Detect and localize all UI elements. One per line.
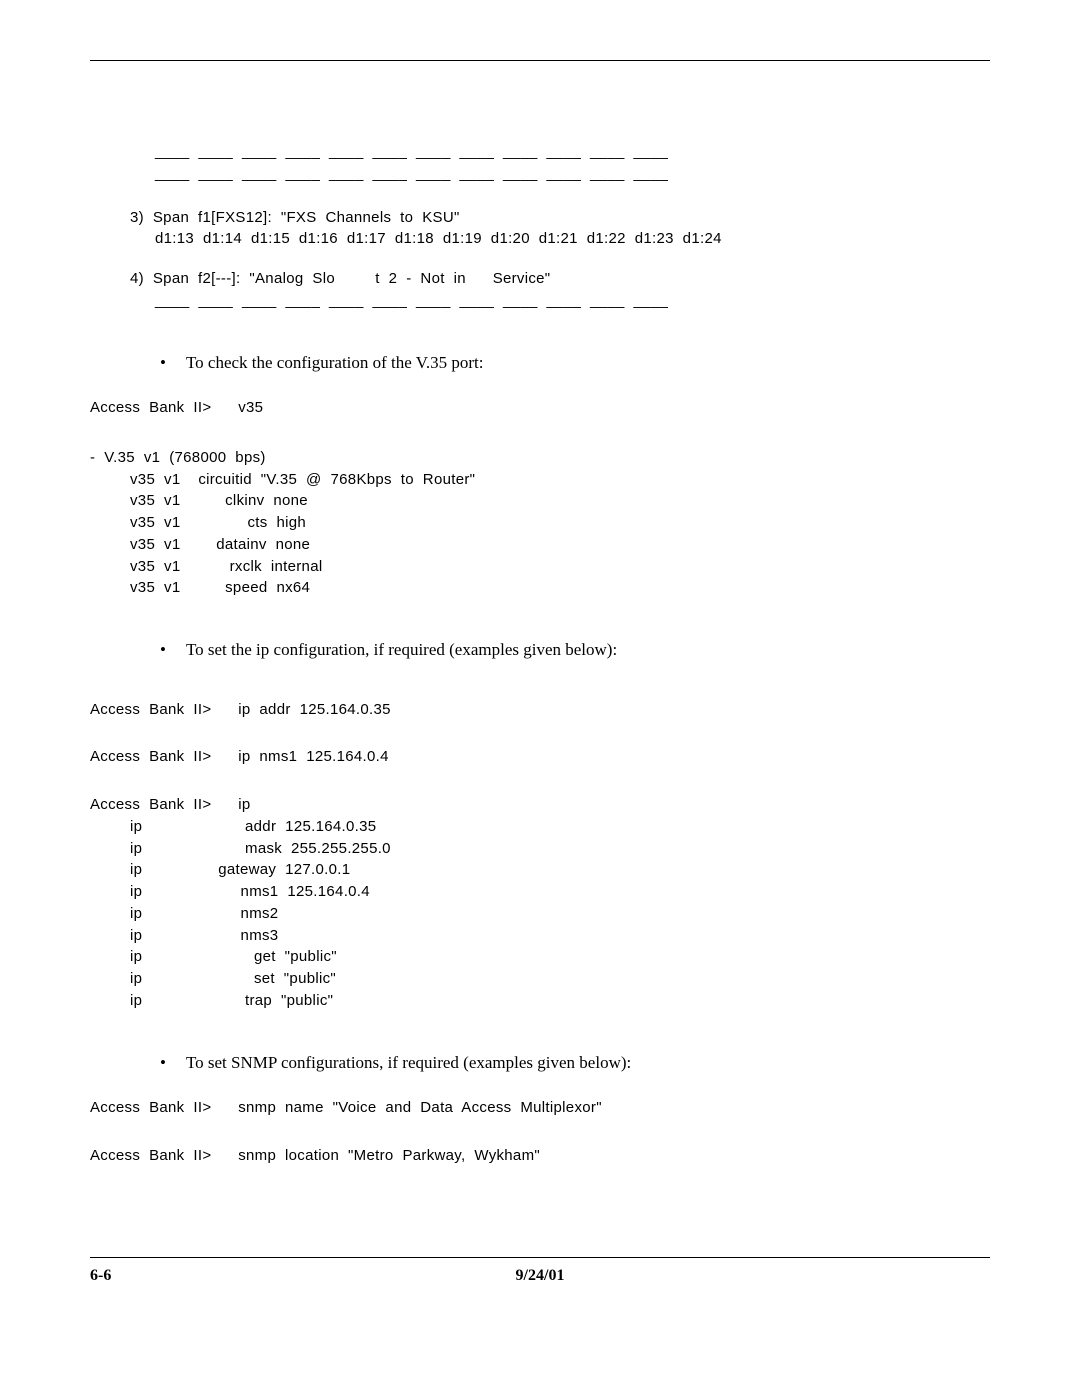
v35-cmd: Access Bank II> v35 <box>90 397 990 419</box>
v35-l3: v35 v1 cts high <box>130 512 990 534</box>
span3-line1: 3) Span f1[FXS12]: "FXS Channels to KSU" <box>130 207 990 229</box>
page-footer: 6-6 9/24/01 <box>90 1257 990 1288</box>
bullet-text: To check the configuration of the V.35 p… <box>186 350 484 376</box>
bullet-text: To set the ip configuration, if required… <box>186 637 617 663</box>
bullet-icon: • <box>160 637 166 663</box>
ip-l8: ip set "public" <box>130 968 990 990</box>
v35-l4: v35 v1 datainv none <box>130 534 990 556</box>
v35-header: - V.35 v1 (768000 bps) <box>90 447 990 469</box>
ip-l9: ip trap "public" <box>130 990 990 1012</box>
ip-l4: ip nms1 125.164.0.4 <box>130 881 990 903</box>
ip-l5: ip nms2 <box>130 903 990 925</box>
bullet-icon: • <box>160 1050 166 1076</box>
ip-cmd2: Access Bank II> ip nms1 125.164.0.4 <box>90 746 990 768</box>
top-rule <box>90 60 990 61</box>
bullet-snmp-config: • To set SNMP configurations, if require… <box>160 1050 990 1076</box>
v35-l6: v35 v1 speed nx64 <box>130 577 990 599</box>
footer-right-spacer <box>690 1264 990 1288</box>
ip-l3: ip gateway 127.0.0.1 <box>130 859 990 881</box>
blank-row-3: ____ ____ ____ ____ ____ ____ ____ ____ … <box>155 290 990 312</box>
ip-cmd1: Access Bank II> ip addr 125.164.0.35 <box>90 699 990 721</box>
bullet-ip-config: • To set the ip configuration, if requir… <box>160 637 990 663</box>
ip-l6: ip nms3 <box>130 925 990 947</box>
blank-row-2: ____ ____ ____ ____ ____ ____ ____ ____ … <box>155 163 990 185</box>
blank-row-1: ____ ____ ____ ____ ____ ____ ____ ____ … <box>155 141 990 163</box>
ip-l2: ip mask 255.255.255.0 <box>130 838 990 860</box>
v35-l2: v35 v1 clkinv none <box>130 490 990 512</box>
ip-l7: ip get "public" <box>130 946 990 968</box>
bullet-text: To set SNMP configurations, if required … <box>186 1050 631 1076</box>
snmp-cmd1: Access Bank II> snmp name "Voice and Dat… <box>90 1097 990 1119</box>
span3-line2: d1:13 d1:14 d1:15 d1:16 d1:17 d1:18 d1:1… <box>155 228 990 250</box>
bullet-icon: • <box>160 350 166 376</box>
snmp-cmd2: Access Bank II> snmp location "Metro Par… <box>90 1145 990 1167</box>
bullet-v35-check: • To check the configuration of the V.35… <box>160 350 990 376</box>
ip-l1: ip addr 125.164.0.35 <box>130 816 990 838</box>
footer-page-number: 6-6 <box>90 1264 390 1288</box>
ip-cmd3: Access Bank II> ip <box>90 794 990 816</box>
v35-l1: v35 v1 circuitid "V.35 @ 768Kbps to Rout… <box>130 469 990 491</box>
footer-date: 9/24/01 <box>390 1264 690 1288</box>
span4-line1: 4) Span f2[---]: "Analog Slo t 2 - Not i… <box>130 268 990 290</box>
v35-l5: v35 v1 rxclk internal <box>130 556 990 578</box>
